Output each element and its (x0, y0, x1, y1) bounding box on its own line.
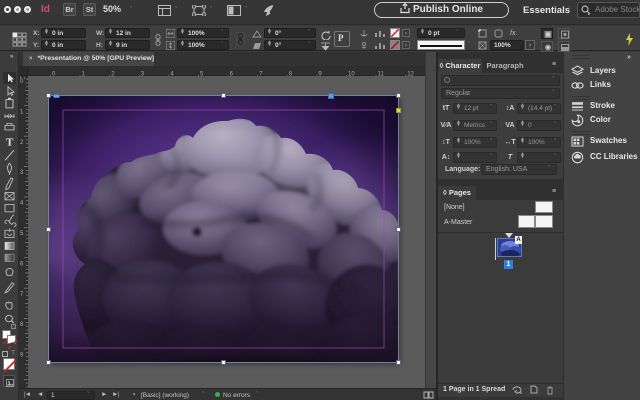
svg-text:5: 5 (20, 231, 24, 237)
svg-text:6: 6 (20, 261, 24, 267)
svg-text:8: 8 (20, 322, 24, 328)
svg-text:7: 7 (20, 292, 24, 298)
svg-text:4: 4 (20, 201, 24, 207)
svg-text:2: 2 (20, 140, 24, 146)
svg-text:9: 9 (20, 353, 24, 359)
svg-text:1: 1 (20, 109, 24, 115)
svg-text:0: 0 (20, 79, 24, 85)
svg-text:T: T (6, 138, 13, 149)
svg-text:3: 3 (20, 170, 24, 176)
